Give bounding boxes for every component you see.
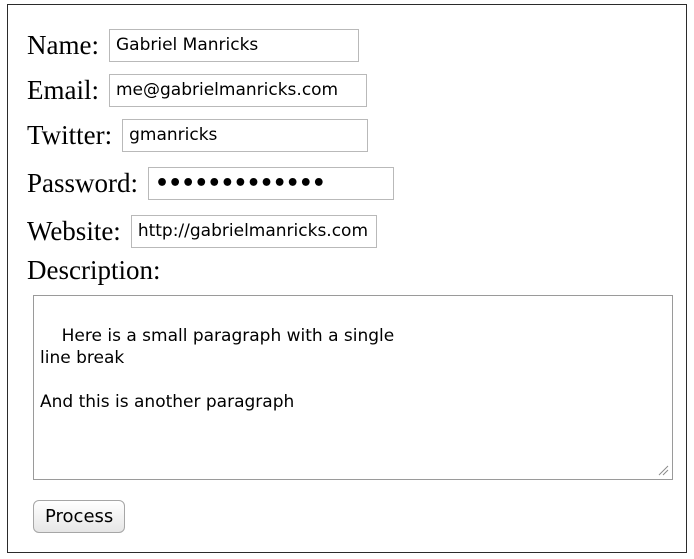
website-input[interactable]: http://gabrielmanricks.com xyxy=(130,214,377,248)
form-container: Name: Gabriel Manricks Email: me@gabriel… xyxy=(7,4,687,553)
password-row: Password: ••••••••••••• xyxy=(27,163,395,203)
twitter-input[interactable]: gmanricks xyxy=(122,118,369,152)
description-text: Here is a small paragraph with a single … xyxy=(40,326,395,412)
resize-grip-icon[interactable] xyxy=(657,464,669,476)
website-label: Website: xyxy=(27,215,121,246)
description-textarea[interactable]: Here is a small paragraph with a single … xyxy=(33,295,673,480)
email-label: Email: xyxy=(27,74,99,105)
twitter-row: Twitter: gmanricks xyxy=(27,115,369,155)
name-input[interactable]: Gabriel Manricks xyxy=(108,28,359,62)
name-label: Name: xyxy=(27,29,99,60)
email-input[interactable]: me@gabrielmanricks.com xyxy=(108,73,367,107)
email-row: Email: me@gabrielmanricks.com xyxy=(27,70,367,110)
process-button[interactable]: Process xyxy=(33,500,126,533)
twitter-label: Twitter: xyxy=(27,119,113,150)
website-row: Website: http://gabrielmanricks.com xyxy=(27,211,377,251)
name-row: Name: Gabriel Manricks xyxy=(27,25,359,65)
description-label: Description: xyxy=(27,255,161,285)
password-label: Password: xyxy=(27,167,139,198)
password-input[interactable]: ••••••••••••• xyxy=(148,166,395,200)
